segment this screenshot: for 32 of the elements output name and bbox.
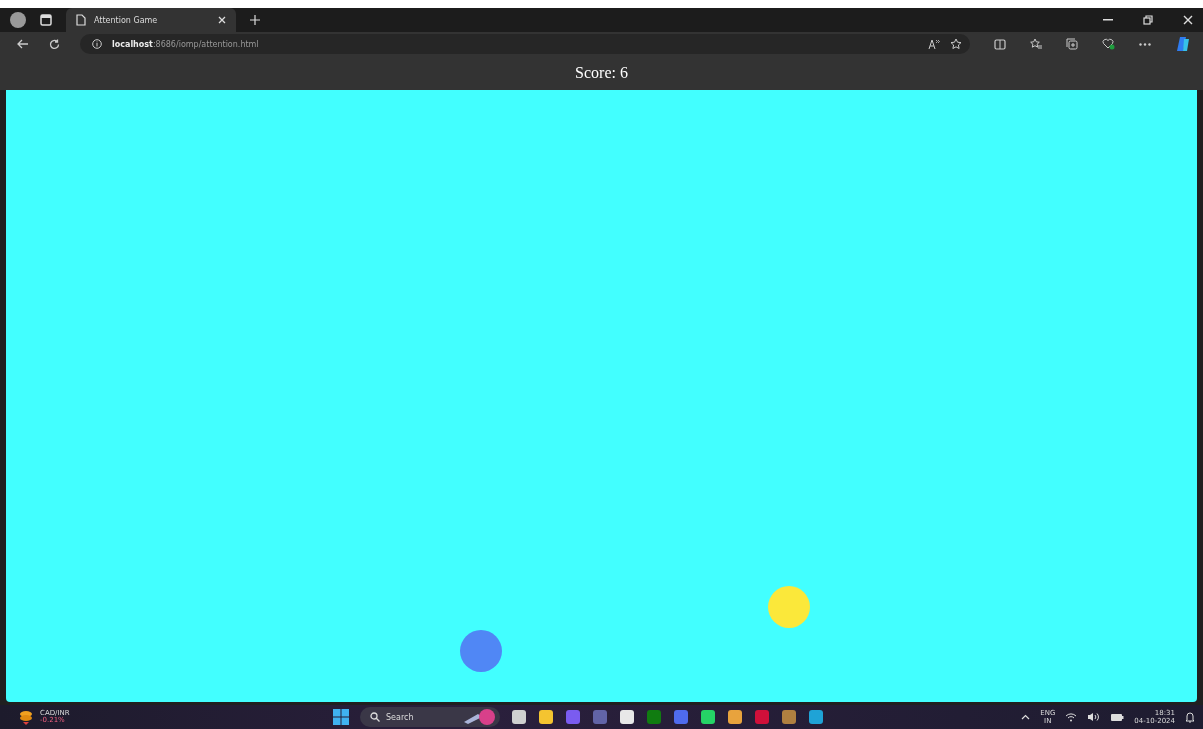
speaker-icon[interactable] [1087,712,1101,722]
coins-icon [18,709,34,725]
minimize-icon[interactable] [1103,19,1113,21]
battery-icon[interactable] [1110,712,1125,722]
chevron-up-icon[interactable] [1021,714,1031,720]
split-screen-icon[interactable] [994,38,1006,50]
heart-icon[interactable] [1102,38,1115,50]
wifi-icon[interactable] [1065,712,1078,722]
windows-start-icon[interactable] [333,709,349,725]
search-icon [370,712,380,722]
collections-icon[interactable] [1066,38,1078,50]
close-icon[interactable] [1183,15,1193,25]
search-field[interactable]: Search [360,707,500,727]
profile-avatar[interactable] [10,12,26,28]
more-icon[interactable] [1139,42,1151,46]
tab-title: Attention Game [94,15,159,25]
score-text: Score: 6 [575,64,628,82]
ball[interactable] [460,630,502,672]
close-icon[interactable] [218,16,226,24]
back-icon[interactable] [17,39,29,49]
star-icon[interactable] [950,38,962,50]
info-icon [92,39,102,49]
tab-actions-icon[interactable] [40,14,52,26]
bell-icon[interactable] [1185,711,1195,723]
address-field[interactable]: localhost:8686/iomp/attention.html [80,34,970,54]
page-icon [76,14,86,26]
read-aloud-icon[interactable] [928,38,940,50]
plus-icon[interactable] [250,15,260,25]
favorites-icon[interactable] [1030,38,1042,50]
refresh-icon[interactable] [49,38,60,50]
restore-icon[interactable] [1143,15,1153,25]
browser-tab[interactable]: Attention Game [66,8,236,32]
